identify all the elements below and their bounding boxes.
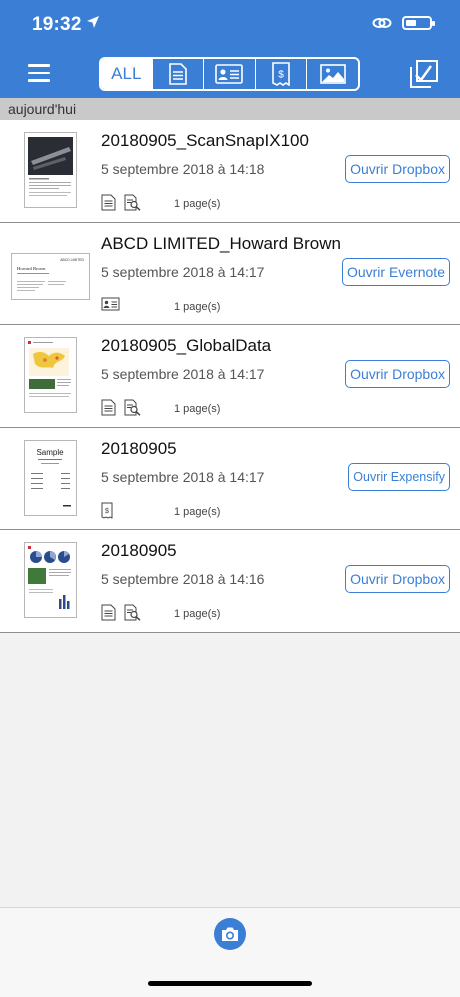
document-type-icons (101, 194, 142, 211)
business-card-thumbnail: ABCD LIMITED Howard Brown (11, 252, 90, 300)
page-count: 1 page(s) (174, 403, 221, 415)
receipt-icon: $ (101, 502, 113, 519)
photo-icon (319, 64, 346, 84)
tab-receipts[interactable]: $ (256, 59, 308, 89)
status-icons (372, 16, 435, 30)
svg-text:$: $ (278, 70, 284, 81)
svg-text:$: $ (105, 508, 109, 515)
document-thumbnail (24, 337, 77, 413)
document-title: ABCD LIMITED_Howard Brown (101, 233, 341, 253)
tab-business-cards[interactable] (204, 59, 256, 89)
searchable-text-icon (124, 399, 141, 416)
page-count: 1 page(s) (174, 505, 221, 518)
document-date: 5 septembre 2018 à 14:17 (101, 366, 265, 382)
link-icon (372, 18, 392, 28)
document-type-icons (101, 399, 142, 416)
document-date: 5 septembre 2018 à 14:18 (101, 161, 265, 177)
receipt-thumbnail: Sample (24, 439, 77, 516)
open-dropbox-button[interactable]: Ouvrir Dropbox (345, 565, 450, 593)
document-title: 20180905 (101, 541, 177, 560)
open-expensify-button[interactable]: Ouvrir Expensify (348, 462, 450, 491)
page-count: 1 page(s) (174, 608, 221, 620)
document-date: 5 septembre 2018 à 14:16 (101, 571, 265, 587)
status-bar: 19:32 (0, 0, 460, 50)
card-name-text: Howard Brown (17, 266, 46, 271)
bottom-toolbar (0, 907, 460, 997)
searchable-text-icon (124, 194, 141, 211)
document-icon (101, 604, 116, 621)
list-item[interactable]: ABCD LIMITED Howard Brown ABCD LIMITED_H… (0, 223, 460, 325)
scan-camera-button[interactable] (214, 918, 246, 950)
list-item[interactable]: 20180905_ScanSnapIX100 5 septembre 2018 … (0, 120, 460, 223)
card-company-text: ABCD LIMITED (60, 258, 84, 262)
open-evernote-button[interactable]: Ouvrir Evernote (341, 257, 450, 286)
document-title: 20180905_ScanSnapIX100 (101, 131, 309, 150)
document-thumbnail (24, 542, 77, 618)
document-type-icons (101, 297, 120, 311)
document-list: 20180905_ScanSnapIX100 5 septembre 2018 … (0, 120, 460, 633)
filter-segmented-control: ALL $ (99, 57, 360, 91)
document-type-icons: $ (101, 502, 113, 519)
list-item[interactable]: 20180905_GlobalData 5 septembre 2018 à 1… (0, 325, 460, 428)
home-indicator (148, 981, 312, 986)
list-item[interactable]: 20180905 5 septembre 2018 à 14:16 1 page… (0, 530, 460, 633)
receipt-sample-text: Sample (36, 448, 64, 457)
document-icon (101, 399, 116, 416)
tab-all[interactable]: ALL (101, 59, 153, 89)
top-bar: 19:32 ALL $ (0, 0, 460, 98)
multi-select-button[interactable] (410, 60, 438, 88)
open-dropbox-button[interactable]: Ouvrir Dropbox (345, 360, 450, 388)
document-title: 20180905 (101, 438, 177, 458)
document-title: 20180905_GlobalData (101, 336, 272, 355)
business-card-icon (101, 297, 120, 310)
document-date: 5 septembre 2018 à 14:17 (101, 468, 265, 485)
page-count: 1 page(s) (174, 198, 221, 210)
business-card-icon (215, 64, 244, 84)
battery-icon (402, 16, 435, 30)
list-item[interactable]: Sample 20180905 5 septembre 2018 à 14:17… (0, 428, 460, 530)
searchable-text-icon (124, 604, 141, 621)
tab-documents[interactable] (153, 59, 205, 89)
open-dropbox-button[interactable]: Ouvrir Dropbox (345, 155, 450, 183)
location-arrow-icon (87, 16, 99, 28)
camera-icon (222, 927, 238, 941)
document-icon (169, 63, 187, 85)
receipt-icon: $ (272, 62, 290, 86)
section-header-today: aujourd'hui (0, 98, 460, 120)
menu-button[interactable] (28, 64, 50, 82)
status-time: 19:32 (32, 14, 82, 35)
document-date: 5 septembre 2018 à 14:17 (101, 263, 265, 280)
tab-all-label: ALL (111, 64, 142, 83)
document-type-icons (101, 604, 142, 621)
document-thumbnail (24, 132, 77, 208)
page-count: 1 page(s) (174, 300, 221, 313)
document-icon (101, 194, 116, 211)
tab-photos[interactable] (307, 59, 358, 89)
